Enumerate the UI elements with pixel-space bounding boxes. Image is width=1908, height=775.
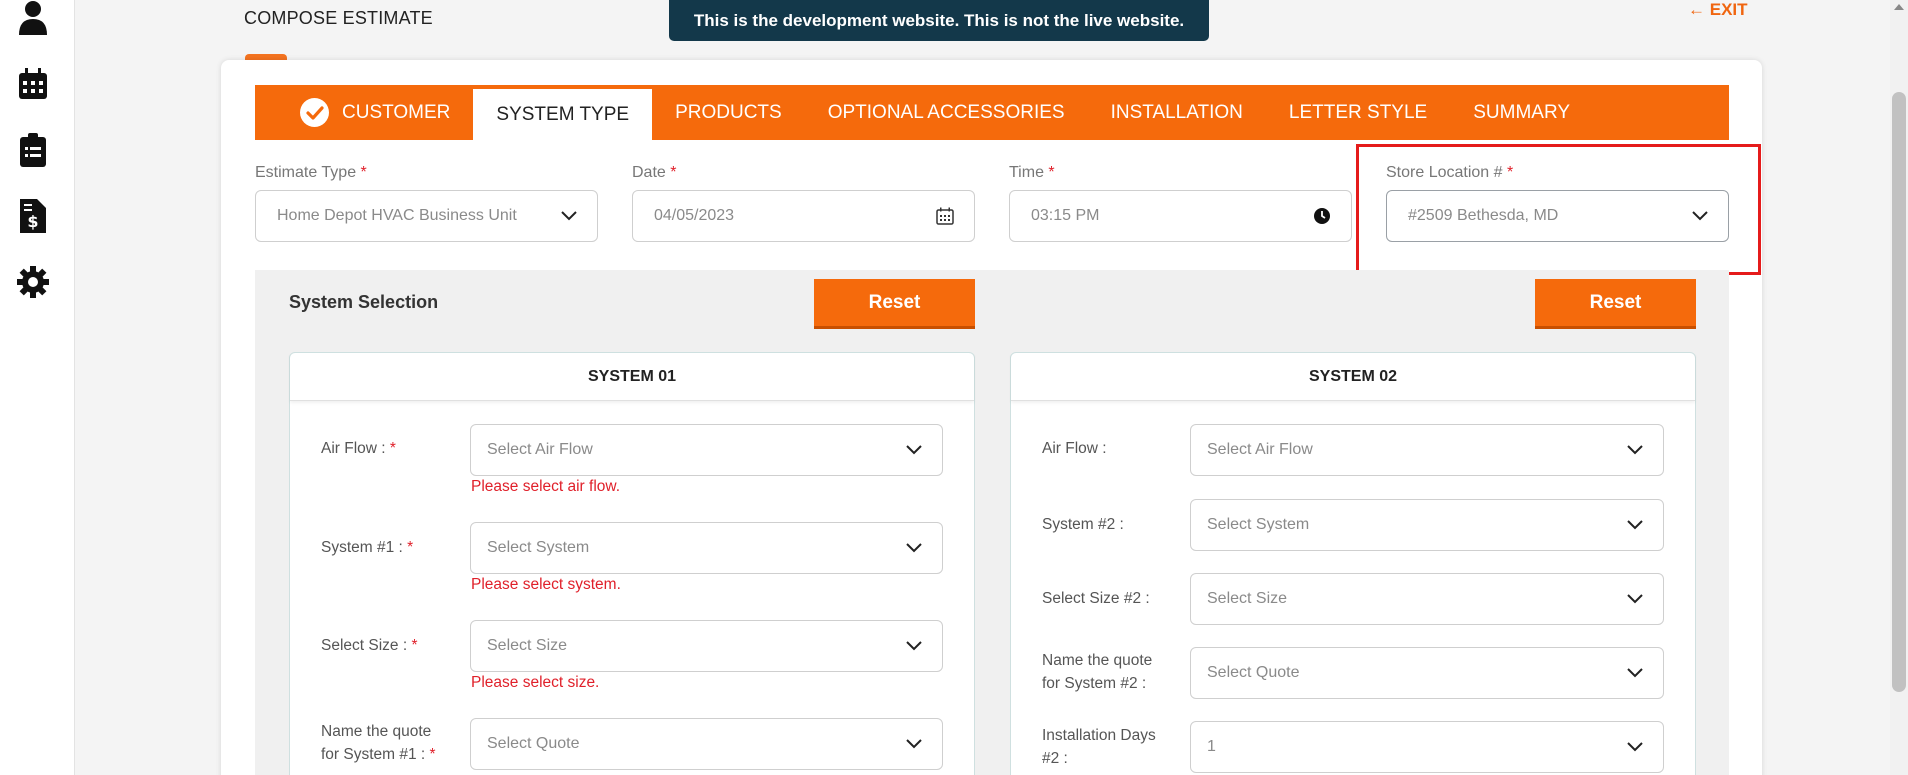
system-01-title: SYSTEM 01 [290,353,974,401]
page-scrollbar[interactable] [1890,0,1908,775]
svg-text:$: $ [27,212,38,231]
date-value: 04/05/2023 [654,207,735,224]
tab-products[interactable]: PRODUCTS [652,85,805,140]
s2-system-label: System #2 : [1042,516,1124,533]
exit-button[interactable]: ← EXIT [1688,0,1748,20]
tab-installation[interactable]: INSTALLATION [1088,85,1266,140]
tab-optional-accessories[interactable]: OPTIONAL ACCESSORIES [805,85,1088,140]
tab-summary[interactable]: SUMMARY [1450,85,1593,140]
calendar-icon[interactable] [936,207,954,225]
chevron-down-icon [906,641,922,651]
s1-system-placeholder: Select System [487,539,590,556]
s1-system-error: Please select system. [471,576,621,593]
s1-size-placeholder: Select Size [487,637,568,654]
exit-label: EXIT [1709,0,1748,19]
s2-quote-select[interactable]: Select Quote [1190,647,1664,699]
chevron-down-icon [906,739,922,749]
tab-customer-label: CUSTOMER [342,101,451,123]
s1-air-flow-error: Please select air flow. [471,478,621,495]
system-selection-title: System Selection [289,292,439,312]
tab-customer[interactable]: CUSTOMER [255,85,473,140]
chevron-down-icon [561,211,577,221]
time-value: 03:15 PM [1031,207,1100,224]
time-label: Time * [1009,164,1055,181]
calendar-icon[interactable] [16,66,50,102]
tab-letter-style-label: LETTER STYLE [1288,101,1428,123]
dev-environment-banner: This is the development website. This is… [669,0,1209,41]
user-icon[interactable] [16,0,50,36]
store-location-highlight [1356,144,1761,275]
s1-system-select[interactable]: Select System [470,522,943,574]
s1-quote-select[interactable]: Select Quote [470,718,943,770]
reset-system2-button[interactable]: Reset [1535,279,1696,329]
estimate-type-value: Home Depot HVAC Business Unit [277,207,517,224]
scroll-up-icon[interactable] [1894,4,1904,10]
clipboard-icon[interactable] [16,132,50,168]
s1-air-flow-placeholder: Select Air Flow [487,441,593,458]
s2-installation-days-select[interactable]: 1 [1190,721,1664,773]
chevron-down-icon [1627,742,1643,752]
invoice-icon[interactable]: $ [16,198,50,234]
s2-size-select[interactable]: Select Size [1190,573,1664,625]
s2-system-select[interactable]: Select System [1190,499,1664,551]
clock-icon[interactable] [1313,207,1331,225]
tab-system-type-label: SYSTEM TYPE [496,103,630,125]
s2-quote-placeholder: Select Quote [1207,664,1300,681]
s1-air-flow-select[interactable]: Select Air Flow [470,424,943,476]
s2-system-placeholder: Select System [1207,516,1310,533]
tab-summary-label: SUMMARY [1473,101,1571,123]
chevron-down-icon [906,543,922,553]
s1-size-select[interactable]: Select Size [470,620,943,672]
s1-size-label: Select Size : * [321,637,418,654]
chevron-down-icon [1627,445,1643,455]
estimate-type-label: Estimate Type * [255,164,367,181]
s1-quote-placeholder: Select Quote [487,735,580,752]
step-tab-bar: CUSTOMER SYSTEM TYPE PRODUCTS OPTIONAL A… [255,85,1729,140]
date-field[interactable]: 04/05/2023 [632,190,975,242]
chevron-down-icon [1627,668,1643,678]
tab-optional-accessories-label: OPTIONAL ACCESSORIES [827,101,1065,123]
s2-size-placeholder: Select Size [1207,590,1288,607]
time-field[interactable]: 03:15 PM [1009,190,1352,242]
s2-quote-label: Name the quote for System #2 : [1042,652,1153,692]
arrow-left-icon: ← [1688,0,1705,19]
chevron-down-icon [1627,594,1643,604]
reset-system1-button[interactable]: Reset [814,279,975,329]
chevron-down-icon [1627,520,1643,530]
estimate-type-select[interactable]: Home Depot HVAC Business Unit [255,190,598,242]
system-02-card: SYSTEM 02 [1010,352,1696,775]
s2-size-label: Select Size #2 : [1042,590,1150,607]
s1-size-error: Please select size. [471,674,600,691]
s2-installation-days-value: 1 [1207,738,1216,755]
tab-products-label: PRODUCTS [675,101,782,123]
check-circle-icon [300,98,329,127]
scrollbar-thumb[interactable] [1892,92,1906,692]
tab-system-type[interactable]: SYSTEM TYPE [473,89,653,140]
s2-air-flow-select[interactable]: Select Air Flow [1190,424,1664,476]
gear-icon[interactable] [16,264,50,300]
s1-system-label: System #1 : * [321,539,414,556]
tab-letter-style[interactable]: LETTER STYLE [1266,85,1450,140]
tab-installation-label: INSTALLATION [1110,101,1243,123]
s2-air-flow-label: Air Flow : [1042,440,1107,457]
s1-quote-label: Name the quote for System #1 : * [321,723,436,763]
s2-air-flow-placeholder: Select Air Flow [1207,441,1313,458]
sidebar: $ [0,0,75,775]
system-02-title: SYSTEM 02 [1011,353,1695,401]
date-label: Date * [632,164,677,181]
page-title: COMPOSE ESTIMATE [244,8,433,28]
s1-air-flow-label: Air Flow : * [321,440,396,457]
chevron-down-icon [906,445,922,455]
s2-installation-days-label: Installation Days #2 : [1042,727,1156,767]
